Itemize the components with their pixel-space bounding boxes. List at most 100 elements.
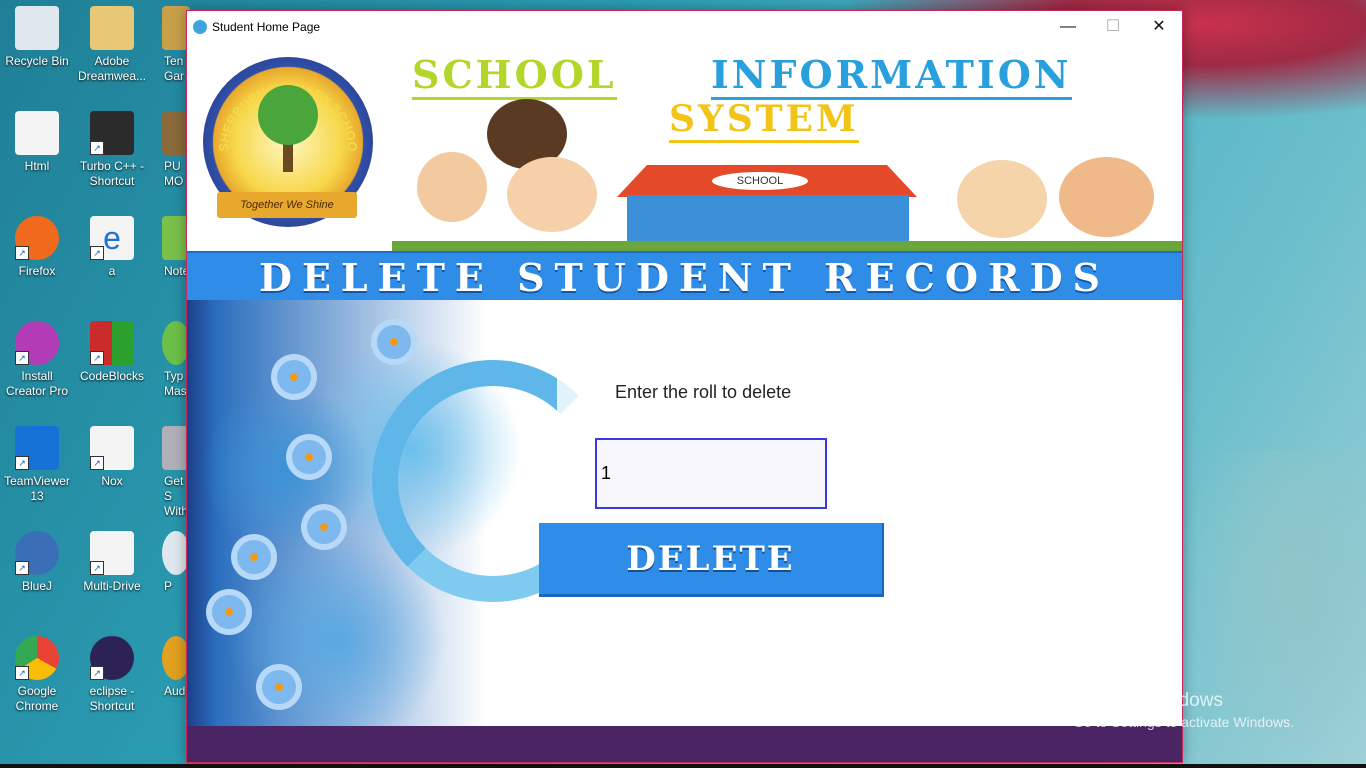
- taskbar-edge: [0, 764, 1366, 768]
- desktop-icon-eclipse[interactable]: ↗ eclipse - Shortcut: [75, 630, 149, 714]
- desktop-icon-recycle-bin[interactable]: Recycle Bin: [0, 0, 74, 69]
- system-word: SYSTEM: [669, 98, 859, 143]
- desktop-icon-partial[interactable]: Typ Mas: [150, 315, 190, 399]
- desktop-icon-label: Turbo C++ - Shortcut: [79, 159, 145, 188]
- desktop-icon-turbo-cpp[interactable]: ↗ Turbo C++ - Shortcut: [75, 105, 149, 189]
- kid-illustration: [417, 152, 487, 222]
- desktop-icon-partial[interactable]: PU MO: [150, 105, 190, 189]
- desktop-icon-a[interactable]: e ↗ a: [75, 210, 149, 279]
- codeblocks-icon: ↗: [90, 321, 134, 365]
- desktop-icon-label: Get S With: [164, 474, 188, 518]
- desktop-icon-label: TeamViewer 13: [4, 474, 70, 503]
- information-word: INFORMATION: [711, 52, 1072, 100]
- turbo-cpp-icon: ↗: [90, 111, 134, 155]
- desktop-icon-bluej[interactable]: ↗ BlueJ: [0, 525, 74, 594]
- desktop-icon-label: Html: [24, 159, 50, 173]
- roll-number-input[interactable]: [595, 438, 827, 509]
- chrome-icon: ↗: [15, 636, 59, 680]
- page-header-bar: DELETE STUDENT RECORDS: [187, 251, 1182, 302]
- desktop-icon-label: Ten Gar: [164, 54, 185, 83]
- teamviewer-icon: ↗: [15, 426, 59, 470]
- desktop-icon-partial[interactable]: Aud: [150, 630, 190, 699]
- desktop-icon-label: Install Creator Pro: [5, 369, 69, 398]
- shortcut-arrow-icon: ↗: [15, 246, 29, 260]
- app-icon: [193, 20, 207, 34]
- desktop-icon-install-creator-pro[interactable]: ↗ Install Creator Pro: [0, 315, 74, 399]
- flower-decoration: [262, 670, 296, 704]
- shortcut-arrow-icon: ↗: [90, 141, 104, 155]
- desktop-icon-label: Note: [164, 264, 190, 278]
- kid-illustration: [957, 160, 1047, 238]
- student-home-window: Student Home Page — ☐ ✕ SHERBURN PRIMARY…: [186, 10, 1183, 763]
- kid-illustration: [507, 157, 597, 232]
- maximize-button[interactable]: ☐: [1090, 11, 1136, 42]
- recycle-bin-icon: [15, 6, 59, 50]
- school-word: SCHOOL: [412, 52, 617, 100]
- install-creator-icon: ↗: [15, 321, 59, 365]
- document-icon: ↗: [90, 426, 134, 470]
- desktop-icon-label: PU MO: [164, 159, 184, 188]
- desktop-icon-adobe-dreamweaver[interactable]: Adobe Dreamwea...: [75, 0, 149, 84]
- desktop-icon-teamviewer[interactable]: ↗ TeamViewer 13: [0, 420, 74, 504]
- school-banner: SHERBURN PRIMARY SCHOOL Together We Shin…: [187, 42, 1182, 251]
- school-building: [627, 195, 909, 242]
- shortcut-arrow-icon: ↗: [90, 561, 104, 575]
- folder-icon: [90, 6, 134, 50]
- grass-strip: [392, 241, 1182, 251]
- desktop-icon-label: Typ Mas: [164, 369, 187, 398]
- desktop-icon-label: Nox: [101, 474, 123, 488]
- desktop-icon-label: eclipse - Shortcut: [89, 684, 135, 713]
- desktop-icon-partial[interactable]: P: [150, 525, 190, 594]
- kid-illustration: [1059, 157, 1154, 237]
- shortcut-arrow-icon: ↗: [15, 666, 29, 680]
- flower-decoration: [377, 325, 411, 359]
- desktop-icon-label: BlueJ: [21, 579, 53, 593]
- bluej-icon: ↗: [15, 531, 59, 575]
- flower-decoration: [212, 595, 246, 629]
- flower-decoration: [237, 540, 271, 574]
- desktop-icon-label: Recycle Bin: [5, 54, 69, 68]
- document-icon: ↗: [90, 531, 134, 575]
- desktop-icon-label: Google Chrome: [15, 684, 59, 713]
- shortcut-arrow-icon: ↗: [90, 246, 104, 260]
- edge-html-icon: e ↗: [90, 216, 134, 260]
- desktop-icon-label: P: [164, 579, 173, 593]
- footer-bar: [187, 726, 1182, 762]
- flower-decoration: [307, 510, 341, 544]
- logo-motto: Together We Shine: [217, 192, 357, 218]
- desktop-icon-partial[interactable]: Get S With: [150, 420, 190, 519]
- desktop-icon-nox[interactable]: ↗ Nox: [75, 420, 149, 489]
- flower-decoration: [277, 360, 311, 394]
- desktop-icon-label: CodeBlocks: [79, 369, 145, 383]
- minimize-button[interactable]: —: [1045, 11, 1091, 42]
- delete-button[interactable]: DELETE: [539, 523, 884, 597]
- shortcut-arrow-icon: ↗: [90, 456, 104, 470]
- desktop-icon-label: Firefox: [18, 264, 56, 278]
- desktop-icon-multi-drive[interactable]: ↗ Multi-Drive: [75, 525, 149, 594]
- page-title: DELETE STUDENT RECORDS: [259, 255, 1110, 300]
- desktop-icon-partial[interactable]: Ten Gar: [150, 0, 190, 84]
- desktop-icon-label: a: [108, 264, 116, 278]
- activate-windows-title: Activate Windows: [1073, 690, 1223, 711]
- desktop-icon-firefox[interactable]: ↗ Firefox: [0, 210, 74, 279]
- shortcut-arrow-icon: ↗: [90, 666, 104, 680]
- desktop-icon-google-chrome[interactable]: ↗ Google Chrome: [0, 630, 74, 714]
- roll-prompt-label: Enter the roll to delete: [615, 382, 792, 402]
- firefox-icon: ↗: [15, 216, 59, 260]
- content-area: Enter the roll to delete DELETE: [187, 300, 1182, 726]
- close-button[interactable]: ✕: [1136, 11, 1182, 42]
- desktop-icon-codeblocks[interactable]: ↗ CodeBlocks: [75, 315, 149, 384]
- desktop-icon-html[interactable]: Html: [0, 105, 74, 174]
- eclipse-icon: ↗: [90, 636, 134, 680]
- window-titlebar[interactable]: Student Home Page — ☐ ✕: [187, 11, 1182, 42]
- flower-decoration: [292, 440, 326, 474]
- shortcut-arrow-icon: ↗: [15, 456, 29, 470]
- desktop-icon-partial[interactable]: Note: [150, 210, 190, 279]
- shortcut-arrow-icon: ↗: [90, 351, 104, 365]
- activate-windows-watermark: Activate Windows Go to Settings to activ…: [1073, 690, 1294, 730]
- desktop-icon-label: Aud: [164, 684, 186, 698]
- shortcut-arrow-icon: ↗: [15, 351, 29, 365]
- desktop-icon-area: Recycle Bin Adobe Dreamwea... Html ↗ Tur…: [0, 0, 190, 768]
- window-title: Student Home Page: [212, 20, 321, 34]
- shortcut-arrow-icon: ↗: [15, 561, 29, 575]
